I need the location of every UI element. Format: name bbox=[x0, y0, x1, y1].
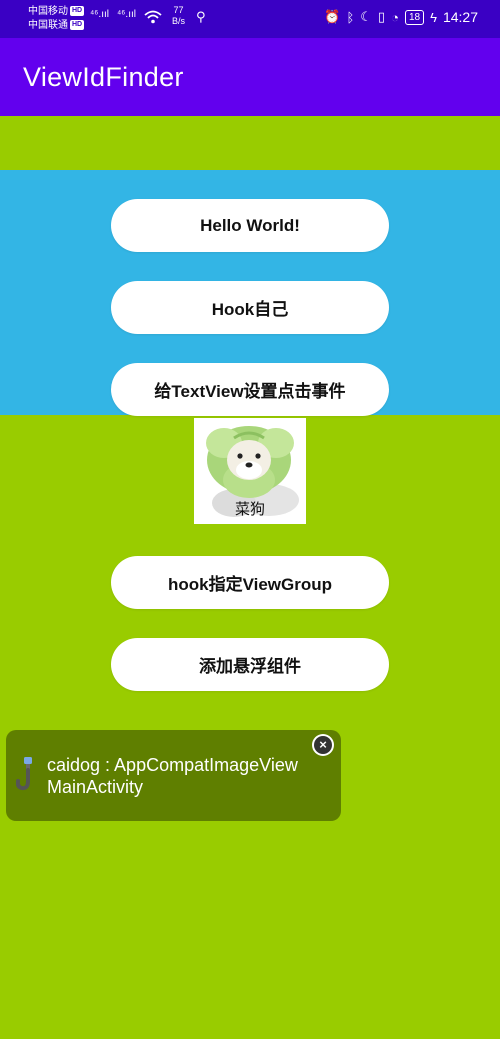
signal-2-icon: ⁴⁶.ııl bbox=[117, 9, 136, 20]
carrier-1-label: 中国移动 bbox=[28, 6, 68, 17]
set-click-event-button[interactable]: 给TextView设置点击事件 bbox=[111, 363, 389, 416]
hd-badge: HD bbox=[70, 20, 85, 31]
view-id-text: caidog : AppCompatImageView bbox=[47, 755, 298, 775]
status-bar: 中国移动 HD 中国联通 HD ⁴⁶.ııl ⁴⁶.ııl 77 B/s ⚲ ⏰ ᛒ… bbox=[0, 0, 500, 38]
status-icons: ⏰ ᛒ ☾ ▯ ◔ 18 ϟ 14:27 bbox=[324, 9, 478, 25]
battery-icon: 18 bbox=[404, 9, 425, 25]
carrier-info: 中国移动 HD 中国联通 HD bbox=[28, 5, 85, 33]
network-speed-unit: B/s bbox=[172, 16, 186, 26]
clock: 14:27 bbox=[442, 9, 478, 25]
dnd-moon-icon: ☾ bbox=[360, 9, 372, 24]
floating-info-panel[interactable]: caidog : AppCompatImageView MainActivity… bbox=[6, 730, 341, 821]
charging-icon: ϟ bbox=[430, 9, 437, 25]
close-icon[interactable]: × bbox=[312, 734, 334, 756]
alarm-icon: ⏰ bbox=[324, 9, 341, 24]
hd-badge: HD bbox=[70, 6, 85, 17]
hook-self-button[interactable]: Hook自己 bbox=[111, 281, 389, 334]
add-floating-button[interactable]: 添加悬浮组件 bbox=[111, 638, 389, 691]
usb-icon: ⚲ bbox=[196, 9, 206, 24]
app-title: ViewIdFinder bbox=[23, 62, 184, 92]
performance-icon: ◔ bbox=[391, 9, 399, 25]
caidog-image[interactable]: 菜狗 bbox=[194, 418, 306, 524]
bluetooth-icon: ᛒ bbox=[346, 9, 355, 25]
vibrate-icon: ▯ bbox=[377, 9, 386, 24]
hello-world-button[interactable]: Hello World! bbox=[111, 199, 389, 252]
carrier-2-label: 中国联通 bbox=[28, 20, 68, 31]
hook-icon bbox=[16, 757, 32, 791]
caidog-caption: 菜狗 bbox=[234, 501, 265, 518]
app-bar: ViewIdFinder bbox=[0, 38, 500, 116]
network-speed-value: 77 bbox=[173, 5, 184, 15]
network-speed: 77 B/s bbox=[172, 5, 185, 27]
hook-viewgroup-button[interactable]: hook指定ViewGroup bbox=[111, 556, 389, 609]
wifi-icon bbox=[144, 10, 162, 24]
activity-name-text: MainActivity bbox=[47, 777, 144, 797]
signal-1-icon: ⁴⁶.ııl bbox=[90, 9, 109, 20]
